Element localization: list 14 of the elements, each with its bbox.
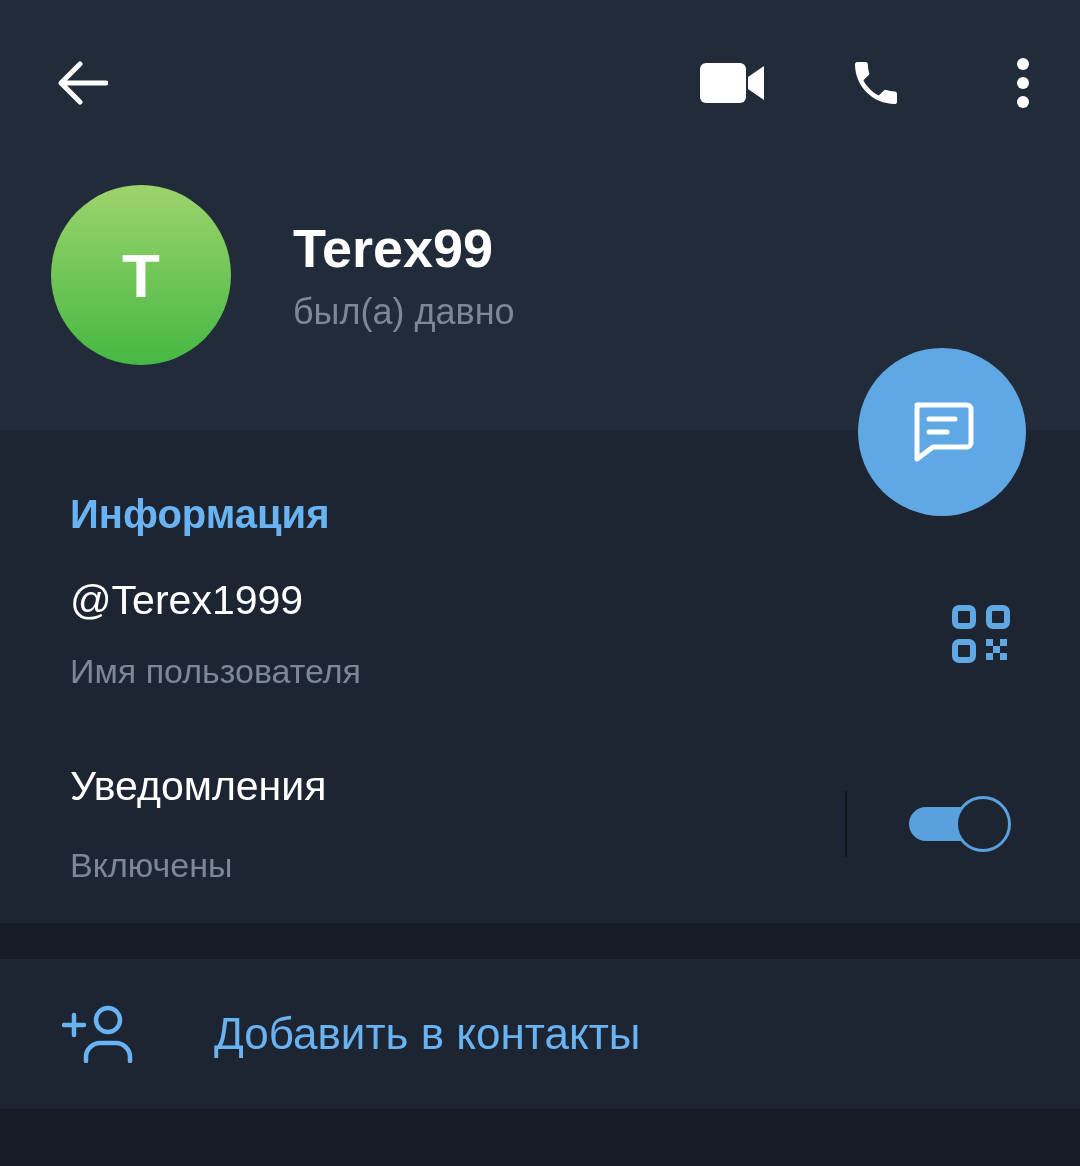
username: @Terex1999 (70, 577, 305, 624)
last-seen-status: был(а) давно (293, 291, 515, 333)
back-icon[interactable] (56, 61, 108, 105)
qr-code-icon[interactable] (952, 605, 1010, 663)
username-label: Имя пользователя (70, 652, 362, 691)
notifications-status: Включены (70, 846, 234, 885)
section-title: Информация (70, 492, 330, 537)
contact-name: Terex99 (293, 217, 495, 279)
notifications-label: Уведомления (70, 763, 328, 810)
video-camera-icon[interactable] (700, 63, 766, 103)
add-user-icon (62, 1005, 134, 1063)
more-icon[interactable] (1016, 58, 1030, 108)
avatar: T (51, 185, 231, 365)
add-to-contacts-button[interactable]: Добавить в контакты (214, 1009, 641, 1059)
